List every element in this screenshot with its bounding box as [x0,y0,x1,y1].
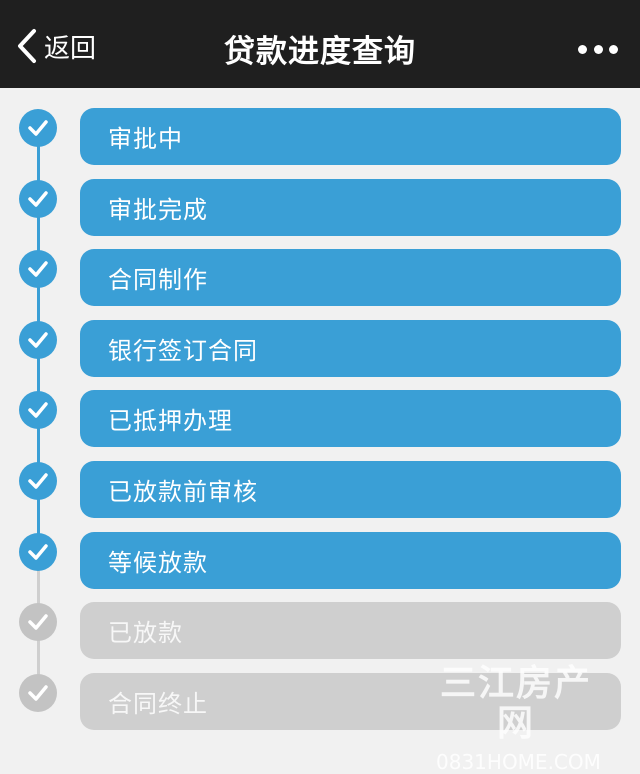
timeline-step: 银行签订合同 [0,319,640,378]
step-pill[interactable]: 已放款前审核 [80,461,621,518]
check-circle-icon [19,109,57,147]
check-circle-icon [19,391,57,430]
check-circle-icon [19,320,57,359]
timeline-step: 合同制作 [0,249,640,307]
step-pill[interactable]: 已放款 [80,602,621,660]
timeline-step: 已放款前审核 [0,461,640,519]
check-circle-icon [19,603,57,642]
step-pill[interactable]: 合同终止 [80,672,621,730]
progress-timeline: 审批中审批完成合同制作银行签订合同 已抵押办理已放款前审核 等候放款已放款合同终止 [0,88,640,773]
step-pill[interactable]: 审批完成 [80,178,621,236]
page-title: 贷款进度查询 [224,34,416,70]
timeline-step: 已抵押办理 [0,390,640,448]
check-circle-icon [19,532,57,571]
check-circle-icon [19,250,57,289]
more-dots-icon[interactable] [578,38,618,60]
nav-bar: 返回 贷款进度查询 [0,0,640,88]
check-circle-icon [19,673,57,712]
step-pill[interactable]: 等候放款 [80,531,621,589]
step-pill[interactable]: 审批中 [80,108,621,165]
check-circle-icon [19,179,57,218]
step-pill[interactable]: 银行签订合同 [80,319,621,377]
timeline-step: 已放款 [0,602,640,660]
check-circle-icon [19,462,57,500]
step-pill[interactable]: 已抵押办理 [80,390,621,448]
timeline-step: 审批完成 [0,178,640,237]
step-pill[interactable]: 合同制作 [80,249,621,307]
timeline-step: 审批中 [0,108,640,166]
timeline-step: 等候放款 [0,531,640,590]
timeline-step: 合同终止 [0,672,640,731]
